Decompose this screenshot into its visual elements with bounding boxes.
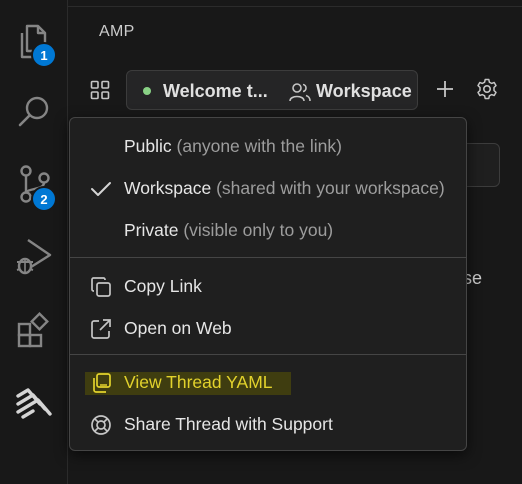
extensions-icon (16, 312, 52, 348)
external-link-icon (89, 317, 113, 341)
menu-item-share-with-support[interactable]: Share Thread with Support (75, 406, 461, 444)
extensions-button[interactable] (10, 306, 58, 354)
grid-icon (90, 80, 110, 105)
check-icon (89, 177, 113, 201)
public-label: Public (124, 136, 172, 156)
copy-files-icon (89, 371, 113, 395)
top-border (68, 0, 522, 7)
panel-title: AMP (99, 23, 135, 40)
thread-selector[interactable]: Welcome t... Workspace (126, 70, 418, 110)
source-control-button[interactable]: 2 (10, 160, 58, 212)
run-debug-icon (14, 236, 54, 276)
explorer-button[interactable]: 1 (10, 18, 58, 68)
search-button[interactable] (10, 88, 58, 136)
people-icon (289, 82, 311, 107)
public-hint: (anyone with the link) (176, 136, 342, 156)
private-label: Private (124, 220, 179, 240)
activity-bar: 1 2 (0, 0, 68, 484)
menu-item-workspace[interactable]: Workspace (shared with your workspace) (75, 170, 461, 208)
thread-scope-label: Workspace (316, 81, 412, 101)
private-hint: (visible only to you) (183, 220, 334, 240)
copy-icon (89, 275, 113, 299)
settings-button[interactable] (474, 78, 500, 104)
explorer-badge: 1 (31, 42, 57, 68)
workspace-label: Workspace (124, 178, 212, 198)
menu-item-copy-link[interactable]: Copy Link (75, 268, 461, 306)
share-with-support-label: Share Thread with Support (124, 414, 333, 434)
new-thread-button[interactable] (432, 78, 458, 104)
menu-item-view-thread-yaml[interactable]: View Thread YAML (75, 364, 461, 402)
search-icon (16, 93, 52, 131)
thread-title: Welcome t... (163, 81, 268, 101)
menu-item-open-on-web[interactable]: Open on Web (75, 310, 461, 348)
view-thread-yaml-label: View Thread YAML (124, 372, 273, 392)
source-control-badge: 2 (31, 186, 57, 212)
workspace-hint: (shared with your workspace) (216, 178, 445, 198)
threads-grid-button[interactable] (86, 78, 114, 106)
menu-item-private[interactable]: Private (visible only to you) (75, 212, 461, 250)
copy-link-label: Copy Link (124, 276, 202, 296)
menu-separator (70, 354, 466, 355)
open-on-web-label: Open on Web (124, 318, 232, 338)
run-debug-button[interactable] (10, 232, 58, 280)
amp-logo-icon (14, 384, 54, 420)
status-dot (143, 87, 151, 95)
menu-separator (70, 257, 466, 258)
plus-icon (436, 80, 454, 103)
lifebuoy-icon (89, 413, 113, 437)
menu-item-public[interactable]: Public (anyone with the link) (75, 128, 461, 166)
gear-icon (476, 78, 498, 105)
amp-window: 1 2 AMP Welcome t... Workspace se Public… (0, 0, 522, 484)
amp-button[interactable] (10, 378, 58, 426)
thread-options-menu: Public (anyone with the link) Workspace … (69, 117, 467, 451)
